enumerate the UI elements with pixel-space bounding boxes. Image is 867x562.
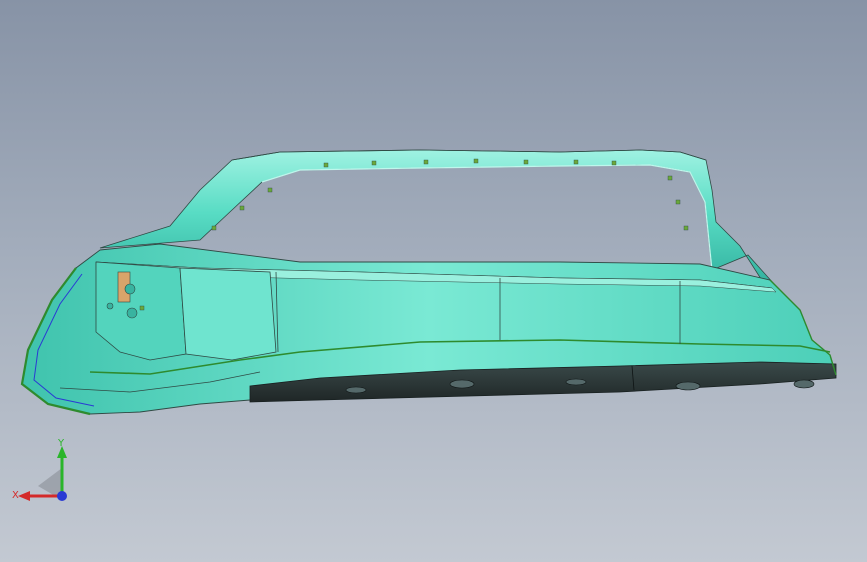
x-axis-arrow — [18, 491, 30, 501]
front-panel-bulge[interactable] — [179, 267, 277, 361]
hinge-hole-3[interactable] — [106, 302, 114, 310]
hinge-hole-1[interactable] — [124, 283, 136, 295]
graphics-viewport[interactable] — [0, 0, 867, 562]
clip-4[interactable] — [675, 381, 701, 391]
y-axis-label: Y — [57, 438, 65, 449]
z-axis-dot — [57, 491, 67, 501]
x-axis-label: X — [12, 490, 19, 501]
door-model[interactable] — [20, 149, 837, 416]
clip-1[interactable] — [345, 386, 367, 394]
clip-3[interactable] — [565, 378, 587, 386]
clip-2[interactable] — [449, 379, 475, 389]
window-frame-inner-edge — [261, 164, 713, 271]
clip-5[interactable] — [793, 379, 815, 389]
hinge-hole-2[interactable] — [126, 307, 138, 319]
axis-triad: Y X — [12, 438, 67, 501]
